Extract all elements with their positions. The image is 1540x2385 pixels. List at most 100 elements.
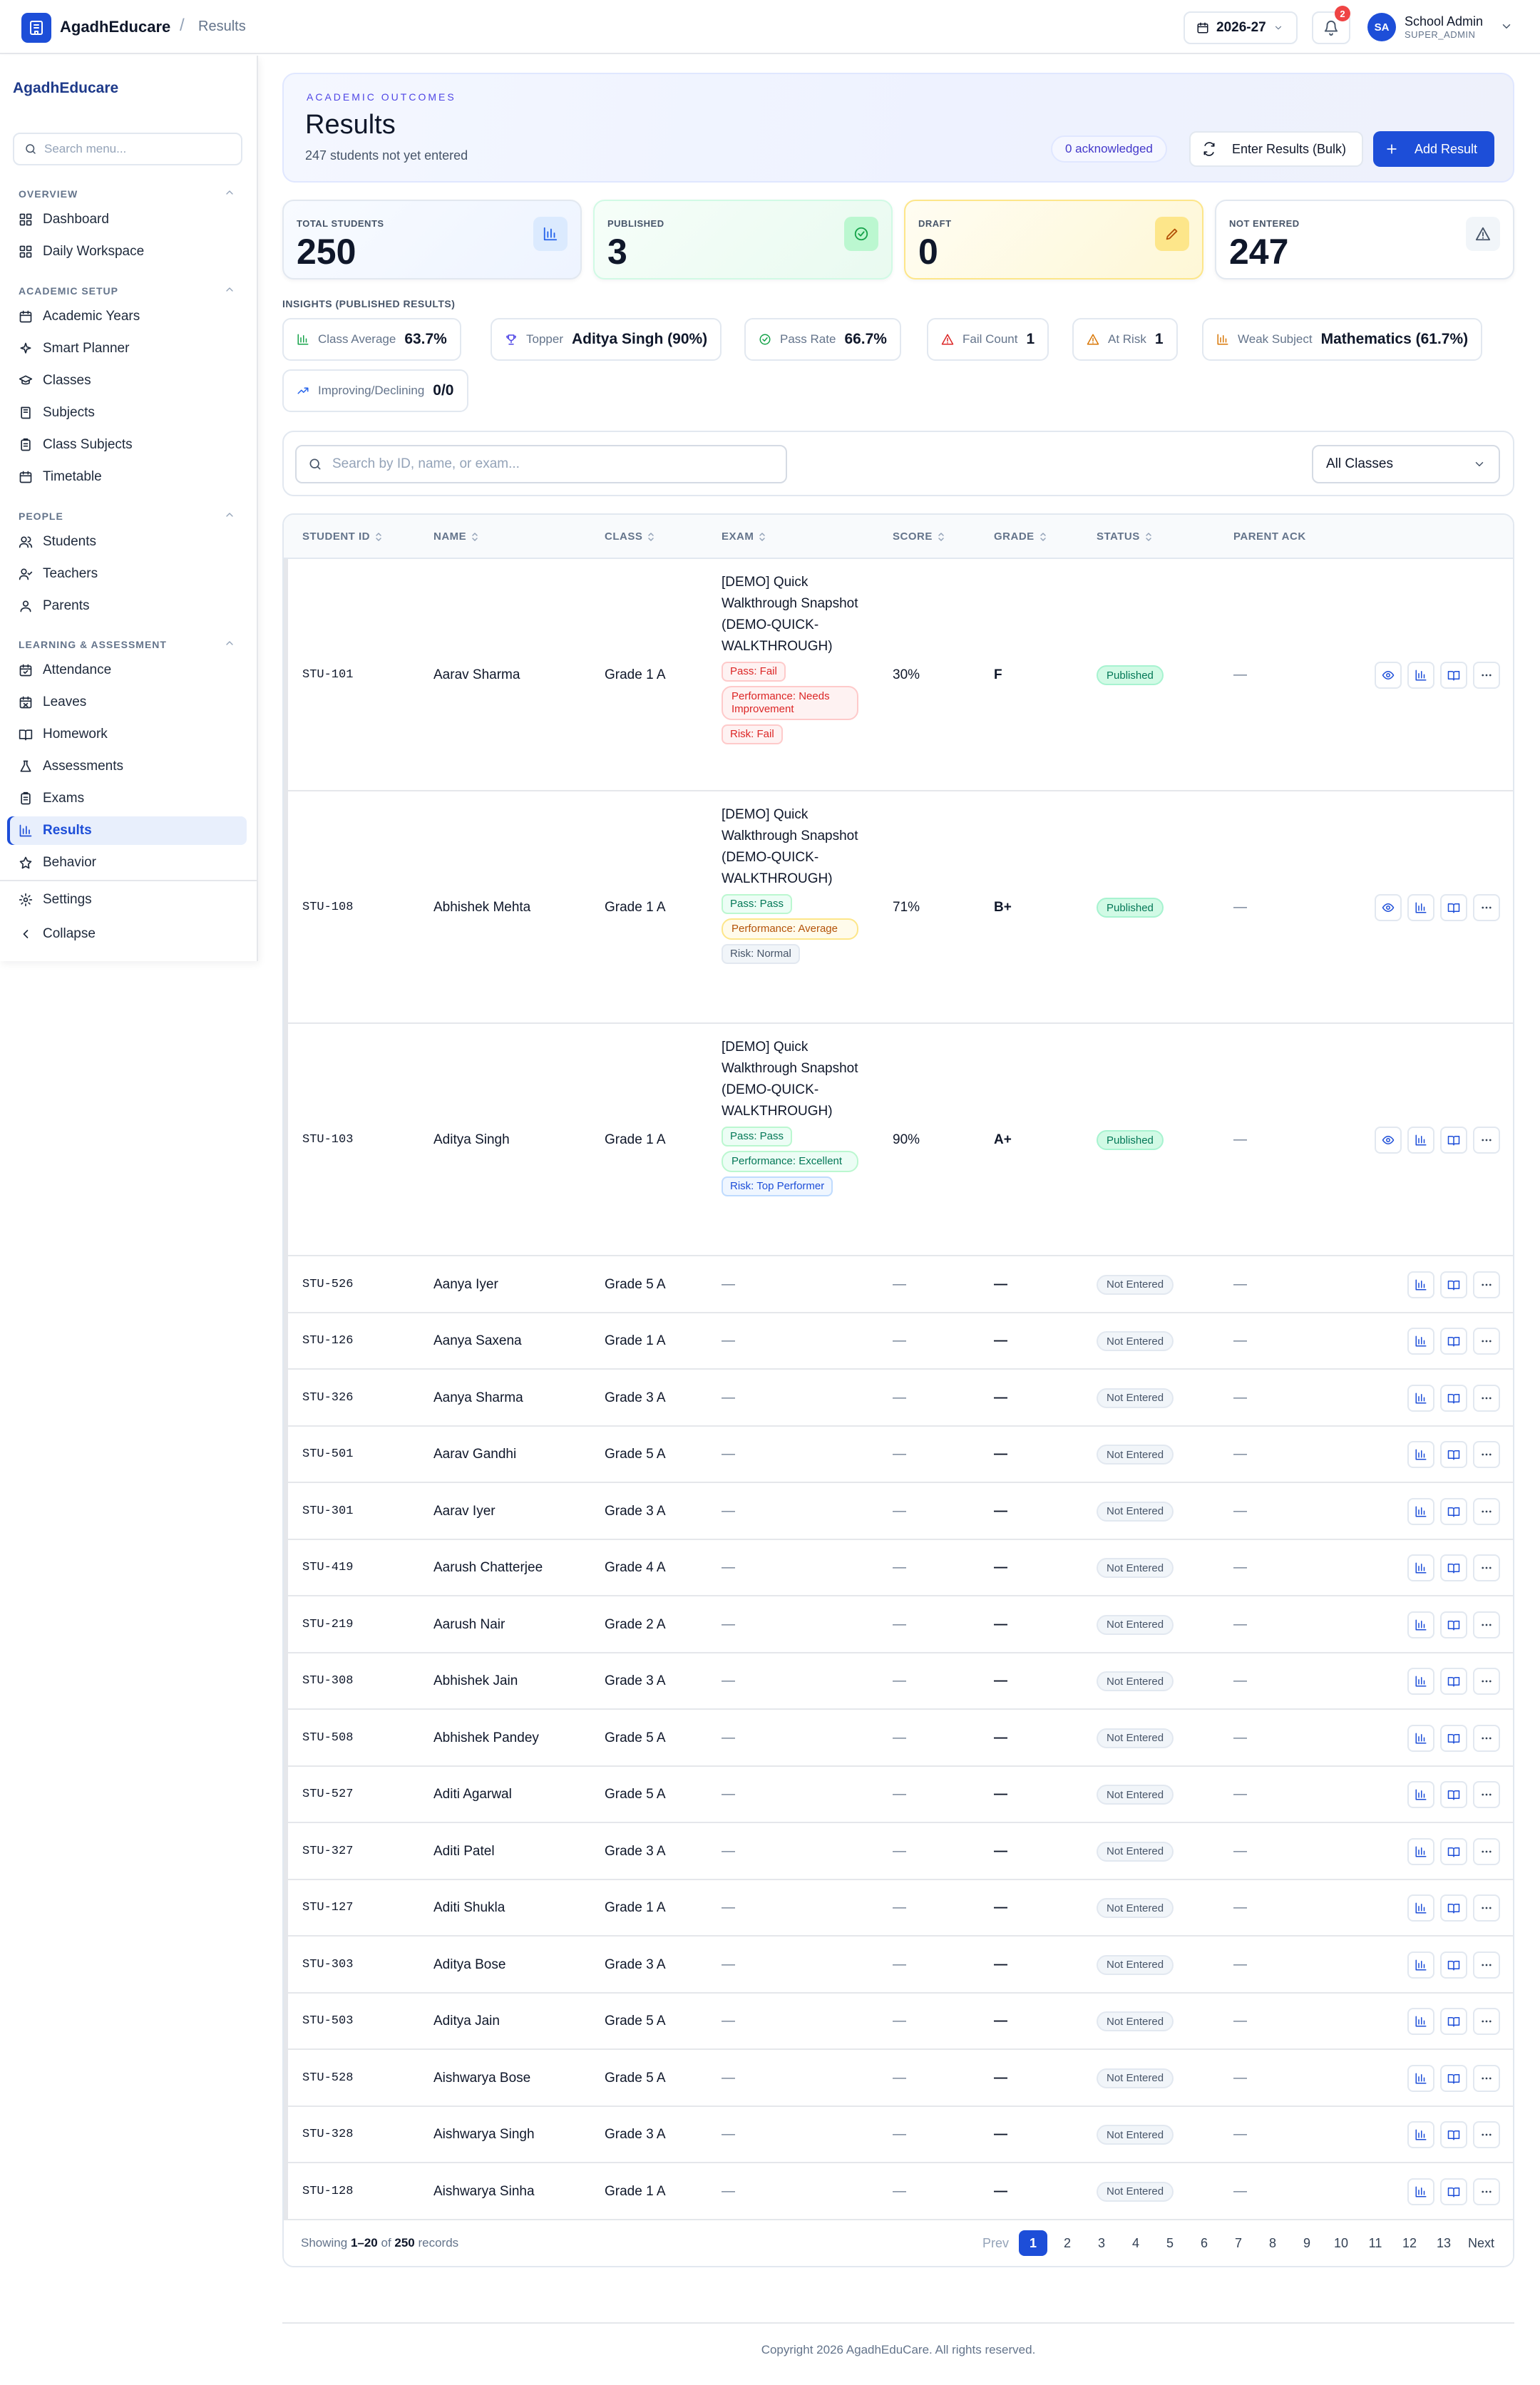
view-button[interactable] <box>1375 662 1402 689</box>
report-card-button[interactable] <box>1440 1611 1467 1638</box>
analytics-button[interactable] <box>1407 2178 1434 2205</box>
table-row[interactable]: STU-326 Aanya Sharma Grade 3 A — — — Not Enter… <box>284 1370 1513 1427</box>
sidebar-item-academic-years[interactable]: Academic Years <box>7 302 247 331</box>
student-name[interactable]: Aarav Sharma <box>433 667 520 683</box>
sidebar-section-academic-setup[interactable]: ACADEMIC SETUP <box>19 285 118 297</box>
report-card-button[interactable] <box>1440 1497 1467 1525</box>
pagination-page[interactable]: 2 <box>1053 2230 1082 2256</box>
more-button[interactable] <box>1473 1127 1500 1154</box>
pagination-prev[interactable]: Prev <box>978 2230 1013 2256</box>
table-row[interactable]: STU-526 Aanya Iyer Grade 5 A — — — Not Entered… <box>284 1256 1513 1313</box>
more-button[interactable] <box>1473 662 1500 689</box>
pagination-page[interactable]: 10 <box>1327 2230 1355 2256</box>
student-name[interactable]: Abhishek Pandey <box>433 1730 539 1746</box>
analytics-button[interactable] <box>1407 662 1434 689</box>
column-header[interactable]: STUDENT ID <box>302 530 383 543</box>
report-card-button[interactable] <box>1440 2121 1467 2149</box>
table-row[interactable]: STU-527 Aditi Agarwal Grade 5 A — — — Not Ente… <box>284 1767 1513 1823</box>
sidebar-item-smart-planner[interactable]: Smart Planner <box>7 334 247 363</box>
more-button[interactable] <box>1473 1668 1500 1696</box>
table-row[interactable]: STU-101 Aarav Sharma Grade 1 A [DEMO] Quick… <box>284 559 1513 791</box>
user-name[interactable]: School Admin <box>1405 14 1483 29</box>
sidebar-search-input[interactable]: Search menu... <box>13 133 242 165</box>
table-row[interactable]: STU-419 Aarush Chatterjee Grade 4 A — — — Not … <box>284 1540 1513 1596</box>
chevron-up-icon[interactable] <box>224 187 235 198</box>
sidebar-item-classes[interactable]: Classes <box>7 366 247 395</box>
more-button[interactable] <box>1473 1497 1500 1525</box>
more-button[interactable] <box>1473 1328 1500 1355</box>
analytics-button[interactable] <box>1407 1837 1434 1865</box>
student-name[interactable]: Aditya Bose <box>433 1957 505 1973</box>
more-button[interactable] <box>1473 2121 1500 2149</box>
pagination-page[interactable]: 3 <box>1087 2230 1116 2256</box>
table-row[interactable]: STU-503 Aditya Jain Grade 5 A — — — Not Entere… <box>284 1994 1513 2050</box>
student-name[interactable]: Aditi Agarwal <box>433 1787 512 1802</box>
more-button[interactable] <box>1473 1951 1500 1979</box>
report-card-button[interactable] <box>1440 1668 1467 1696</box>
analytics-button[interactable] <box>1407 1271 1434 1298</box>
sidebar-item-results[interactable]: Results <box>7 816 247 845</box>
analytics-button[interactable] <box>1407 1724 1434 1752</box>
sidebar-item-behavior[interactable]: Behavior <box>7 848 247 877</box>
analytics-button[interactable] <box>1407 1384 1434 1412</box>
table-row[interactable]: STU-328 Aishwarya Singh Grade 3 A — — — Not En… <box>284 2107 1513 2163</box>
column-header[interactable]: NAME <box>433 530 479 543</box>
student-name[interactable]: Aarav Iyer <box>433 1504 496 1519</box>
sidebar-section-overview[interactable]: OVERVIEW <box>19 188 78 200</box>
student-name[interactable]: Aishwarya Singh <box>433 2127 535 2143</box>
report-card-button[interactable] <box>1440 1894 1467 1922</box>
student-name[interactable]: Aarush Nair <box>433 1617 505 1633</box>
chevron-up-icon[interactable] <box>224 509 235 520</box>
more-button[interactable] <box>1473 1781 1500 1809</box>
pagination-page[interactable]: 4 <box>1121 2230 1150 2256</box>
view-button[interactable] <box>1375 894 1402 921</box>
report-card-button[interactable] <box>1440 1554 1467 1582</box>
sidebar-item-leaves[interactable]: Leaves <box>7 688 247 717</box>
analytics-button[interactable] <box>1407 1127 1434 1154</box>
report-card-button[interactable] <box>1440 2008 1467 2036</box>
chevron-up-icon[interactable] <box>224 637 235 649</box>
table-row[interactable]: STU-126 Aanya Saxena Grade 1 A — — — Not Enter… <box>284 1313 1513 1370</box>
report-card-button[interactable] <box>1440 2064 1467 2092</box>
report-card-button[interactable] <box>1440 1951 1467 1979</box>
table-row[interactable]: STU-508 Abhishek Pandey Grade 5 A — — — Not En… <box>284 1710 1513 1767</box>
student-name[interactable]: Aishwarya Sinha <box>433 2184 535 2200</box>
analytics-button[interactable] <box>1407 2121 1434 2149</box>
sidebar-item-homework[interactable]: Homework <box>7 720 247 749</box>
pagination-page[interactable]: 7 <box>1224 2230 1253 2256</box>
sidebar-item-settings[interactable]: Settings <box>7 886 247 914</box>
add-result-button[interactable]: Add Result <box>1373 131 1494 167</box>
pagination-page[interactable]: 8 <box>1258 2230 1287 2256</box>
report-card-button[interactable] <box>1440 1384 1467 1412</box>
more-button[interactable] <box>1473 894 1500 921</box>
app-brand[interactable]: AgadhEducare <box>60 18 170 36</box>
column-header[interactable]: STATUS <box>1097 530 1153 543</box>
analytics-button[interactable] <box>1407 1668 1434 1696</box>
more-button[interactable] <box>1473 2178 1500 2205</box>
more-button[interactable] <box>1473 1384 1500 1412</box>
report-card-button[interactable] <box>1440 2178 1467 2205</box>
more-button[interactable] <box>1473 2008 1500 2036</box>
student-name[interactable]: Aanya Sharma <box>433 1390 523 1406</box>
student-name[interactable]: Aditi Shukla <box>433 1900 505 1916</box>
table-row[interactable]: STU-127 Aditi Shukla Grade 1 A — — — Not Enter… <box>284 1880 1513 1937</box>
sidebar-item-subjects[interactable]: Subjects <box>7 399 247 427</box>
report-card-button[interactable] <box>1440 894 1467 921</box>
chevron-up-icon[interactable] <box>224 284 235 295</box>
pagination-page[interactable]: 13 <box>1429 2230 1458 2256</box>
analytics-button[interactable] <box>1407 1441 1434 1469</box>
analytics-button[interactable] <box>1407 1328 1434 1355</box>
report-card-button[interactable] <box>1440 1127 1467 1154</box>
academic-year-select[interactable]: 2026-27 <box>1184 11 1298 44</box>
pagination-page[interactable]: 11 <box>1361 2230 1390 2256</box>
report-card-button[interactable] <box>1440 1328 1467 1355</box>
student-name[interactable]: Aditya Singh <box>433 1132 510 1148</box>
sidebar-item-attendance[interactable]: Attendance <box>7 656 247 684</box>
student-name[interactable]: Aanya Saxena <box>433 1333 522 1349</box>
sidebar-item-assessments[interactable]: Assessments <box>7 752 247 781</box>
student-name[interactable]: Aditi Patel <box>433 1844 495 1860</box>
analytics-button[interactable] <box>1407 1611 1434 1638</box>
pagination-page[interactable]: 9 <box>1293 2230 1321 2256</box>
pagination-page[interactable]: 1 <box>1018 2230 1047 2256</box>
report-card-button[interactable] <box>1440 1724 1467 1752</box>
